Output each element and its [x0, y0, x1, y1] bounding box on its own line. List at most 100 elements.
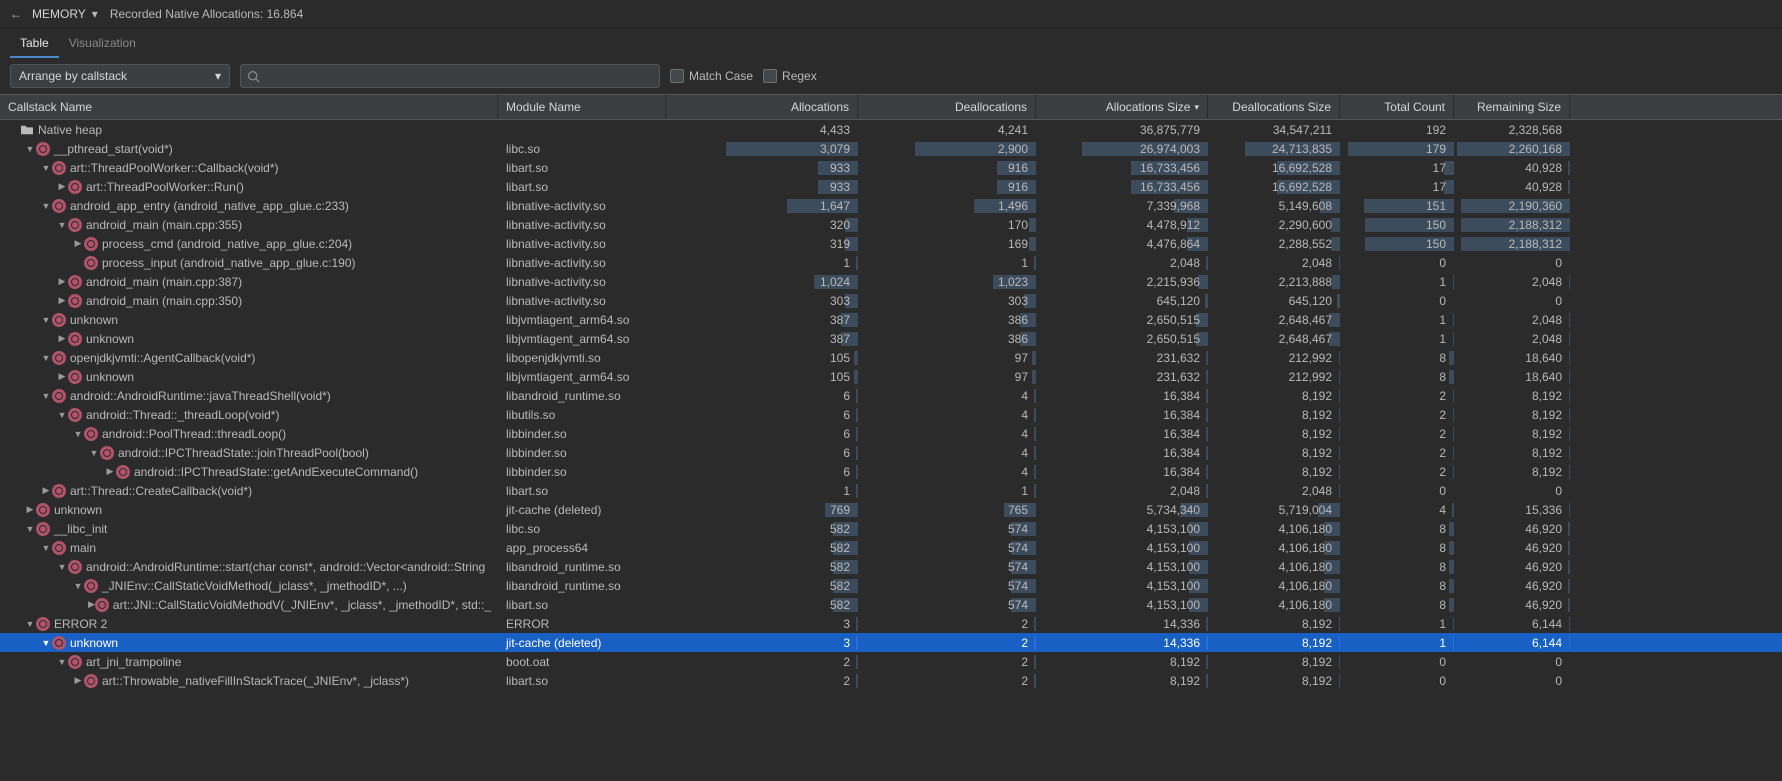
collapse-icon[interactable]: ▼ [40, 638, 52, 648]
column-rsize[interactable]: Remaining Size [1454, 95, 1570, 119]
table-row[interactable]: ▼android_app_entry (android_native_app_g… [0, 196, 1782, 215]
expand-icon[interactable]: ▶ [72, 238, 84, 249]
collapse-icon[interactable]: ▼ [40, 391, 52, 401]
table-row[interactable]: ▼art_jni_trampolineboot.oat228,1928,1920… [0, 652, 1782, 671]
callstack-name-cell: ▼__pthread_start(void*) [0, 142, 498, 156]
collapse-icon[interactable]: ▼ [72, 581, 84, 591]
expand-icon[interactable]: ▶ [56, 371, 68, 382]
table-row[interactable]: ▶art::JNI::CallStaticVoidMethodV(_JNIEnv… [0, 595, 1782, 614]
table-row[interactable]: ▶process_cmd (android_native_app_glue.c:… [0, 234, 1782, 253]
collapse-icon[interactable]: ▼ [40, 315, 52, 325]
table-row[interactable]: ▼android::IPCThreadState::joinThreadPool… [0, 443, 1782, 462]
collapse-icon[interactable]: ▼ [40, 543, 52, 553]
table-row[interactable]: ▼unknownlibjvmtiagent_arm64.so3873862,65… [0, 310, 1782, 329]
collapse-icon[interactable]: ▼ [72, 429, 84, 439]
callstack-name-cell: ▼ERROR 2 [0, 617, 498, 631]
expand-icon[interactable]: ▶ [88, 599, 95, 610]
table-row[interactable]: ▼__libc_initlibc.so5825744,153,1004,106,… [0, 519, 1782, 538]
rsize-cell: 46,920 [1454, 522, 1570, 536]
table-row[interactable]: ▶android::IPCThreadState::getAndExecuteC… [0, 462, 1782, 481]
collapse-icon[interactable]: ▼ [40, 163, 52, 173]
collapse-icon[interactable]: ▼ [24, 619, 36, 629]
collapse-icon[interactable]: ▼ [88, 448, 100, 458]
table-row[interactable]: ▼unknownjit-cache (deleted)3214,3368,192… [0, 633, 1782, 652]
callstack-name: android_main (main.cpp:355) [86, 218, 242, 232]
table-row[interactable]: ▶android_main (main.cpp:387)libnative-ac… [0, 272, 1782, 291]
table-row[interactable]: ▼android::Thread::_threadLoop(void*)libu… [0, 405, 1782, 424]
asize-cell: 2,650,515 [1036, 313, 1208, 327]
column-name[interactable]: Callstack Name [0, 95, 498, 119]
dealloc-cell: 4 [858, 408, 1036, 422]
expand-icon[interactable]: ▶ [56, 333, 68, 344]
table-row[interactable]: ▼openjdkjvmti::AgentCallback(void*)libop… [0, 348, 1782, 367]
table-row[interactable]: ▼mainapp_process645825744,153,1004,106,1… [0, 538, 1782, 557]
table-row[interactable]: ▼ERROR 2ERROR3214,3368,19216,144 [0, 614, 1782, 633]
dsize-cell: 2,213,888 [1208, 275, 1340, 289]
table-row[interactable]: ▶unknownlibjvmtiagent_arm64.so10597231,6… [0, 367, 1782, 386]
table-row[interactable]: ▼art::ThreadPoolWorker::Callback(void*)l… [0, 158, 1782, 177]
collapse-icon[interactable]: ▼ [24, 144, 36, 154]
table-row[interactable]: ▶art::ThreadPoolWorker::Run()libart.so93… [0, 177, 1782, 196]
tcount-cell: 0 [1340, 674, 1454, 688]
expand-icon[interactable]: ▶ [56, 181, 68, 192]
tab-visualization[interactable]: Visualization [59, 30, 146, 58]
table-row[interactable]: ▶unknownjit-cache (deleted)7697655,734,3… [0, 500, 1782, 519]
section-label[interactable]: MEMORY [32, 7, 86, 21]
dsize-cell: 8,192 [1208, 674, 1340, 688]
expand-icon[interactable]: ▶ [56, 276, 68, 287]
arrange-select[interactable]: Arrange by callstack ▾ [10, 64, 230, 88]
expand-icon[interactable]: ▶ [56, 295, 68, 306]
table-row[interactable]: ▼android::AndroidRuntime::start(char con… [0, 557, 1782, 576]
rsize-cell: 18,640 [1454, 370, 1570, 384]
expand-icon[interactable]: ▶ [104, 466, 116, 477]
column-alloc[interactable]: Allocations [666, 95, 858, 119]
expand-icon[interactable]: ▶ [24, 504, 36, 515]
module-cell: libnative-activity.so [498, 218, 666, 232]
table-row[interactable]: process_input (android_native_app_glue.c… [0, 253, 1782, 272]
table-row[interactable]: ▶android_main (main.cpp:350)libnative-ac… [0, 291, 1782, 310]
callstack-name-cell: ▼__libc_init [0, 522, 498, 536]
column-asize[interactable]: Allocations Size [1036, 95, 1208, 119]
table-row[interactable]: ▼__pthread_start(void*)libc.so3,0792,900… [0, 139, 1782, 158]
search-input[interactable] [264, 69, 653, 83]
column-dsize[interactable]: Deallocations Size [1208, 95, 1340, 119]
chevron-down-icon[interactable]: ▾ [92, 7, 98, 21]
callstack-name: art::ThreadPoolWorker::Callback(void*) [70, 161, 279, 175]
table-row[interactable]: ▼ android_main (main.cpp:355) libnative-ac… [0, 215, 1782, 234]
column-module[interactable]: Module Name [498, 95, 666, 119]
alloc-cell: 6 [666, 427, 858, 441]
collapse-icon[interactable]: ▼ [56, 220, 68, 230]
dsize-cell: 5,719,004 [1208, 503, 1340, 517]
table-row[interactable]: ▼android::AndroidRuntime::javaThreadShel… [0, 386, 1782, 405]
stack-frame-icon [52, 484, 66, 498]
table-row[interactable]: ▶unknownlibjvmtiagent_arm64.so3873862,65… [0, 329, 1782, 348]
callstack-name: art::Throwable_nativeFillInStackTrace(_J… [102, 674, 409, 688]
expand-icon[interactable]: ▶ [72, 675, 84, 686]
column-dealloc[interactable]: Deallocations [858, 95, 1036, 119]
column-tcount[interactable]: Total Count [1340, 95, 1454, 119]
table-row[interactable]: ▼ _JNIEnv::CallStaticVoidMethod(_jclass*,… [0, 576, 1782, 595]
collapse-icon[interactable]: ▼ [40, 353, 52, 363]
table-row[interactable]: ▶ art::Throwable_nativeFillInStackTrace(_… [0, 671, 1782, 690]
callstack-name: _JNIEnv::CallStaticVoidMethod(_jclass*, … [102, 579, 407, 593]
collapse-icon[interactable]: ▼ [56, 562, 68, 572]
collapse-icon[interactable]: ▼ [40, 201, 52, 211]
expand-icon[interactable]: ▶ [40, 485, 52, 496]
collapse-icon[interactable]: ▼ [56, 410, 68, 420]
callstack-name-cell: ▼android::AndroidRuntime::start(char con… [0, 560, 498, 574]
table-row[interactable]: ▶art::Thread::CreateCallback(void*)libar… [0, 481, 1782, 500]
table-row[interactable]: ▼android::PoolThread::threadLoop()libbin… [0, 424, 1782, 443]
module-cell: libc.so [498, 522, 666, 536]
tcount-cell: 8 [1340, 351, 1454, 365]
back-button[interactable]: ← [10, 7, 22, 21]
rsize-cell: 0 [1454, 484, 1570, 498]
search-input-wrap[interactable] [240, 64, 660, 88]
rsize-cell: 6,144 [1454, 617, 1570, 631]
regex-checkbox[interactable]: Regex [763, 69, 817, 83]
tab-table[interactable]: Table [10, 30, 59, 58]
rsize-cell: 0 [1454, 655, 1570, 669]
match-case-checkbox[interactable]: Match Case [670, 69, 753, 83]
table-row[interactable]: Native heap4,4334,24136,875,77934,547,21… [0, 120, 1782, 139]
collapse-icon[interactable]: ▼ [24, 524, 36, 534]
collapse-icon[interactable]: ▼ [56, 657, 68, 667]
